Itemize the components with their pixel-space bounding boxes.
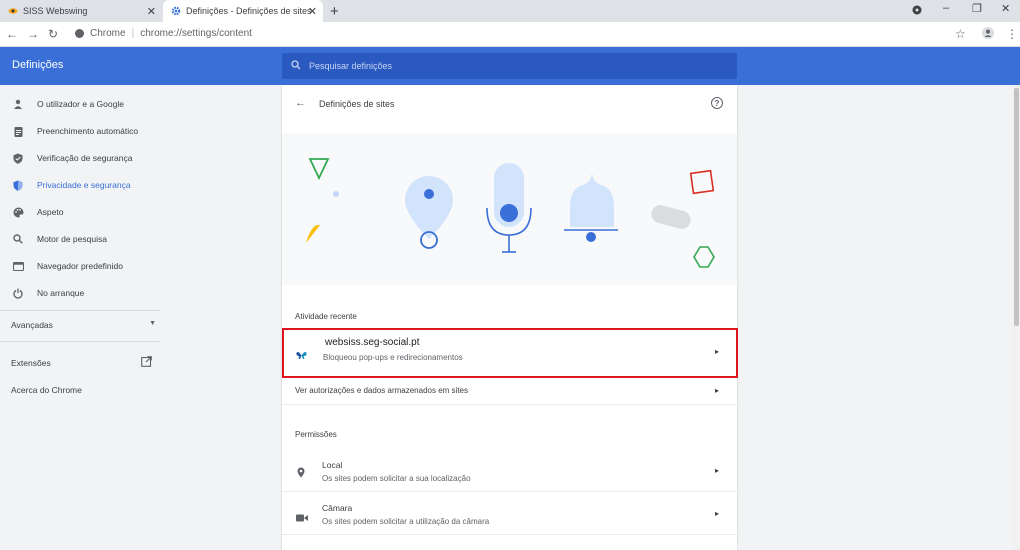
sidebar-item-label: Navegador predefinido xyxy=(37,261,124,271)
sidebar-item-default-browser[interactable]: Navegador predefinido xyxy=(0,253,270,279)
back-arrow-icon[interactable]: ← xyxy=(295,97,306,109)
kebab-menu-icon[interactable]: ⋮ xyxy=(1006,27,1018,41)
sidebar-item-safety-check[interactable]: Verificação de segurança xyxy=(0,145,270,171)
address-bar: ← → ↻ Chrome | chrome://settings/content… xyxy=(0,22,1020,47)
close-tab-icon[interactable]: ✕ xyxy=(308,5,317,18)
back-arrow-icon[interactable]: ← xyxy=(6,27,18,41)
tab-siss-webswing[interactable]: SISS Webswing ✕ xyxy=(0,0,162,22)
card-header: ← Definições de sites ? xyxy=(282,85,737,123)
search-icon xyxy=(291,59,301,73)
hexagon-shape xyxy=(693,246,715,268)
reload-icon[interactable]: ↻ xyxy=(48,27,58,41)
location-pin-shape xyxy=(405,176,453,239)
tab-title: SISS Webswing xyxy=(23,6,88,16)
scrollbar-thumb[interactable] xyxy=(1014,88,1019,326)
chevron-right-icon: ▸ xyxy=(714,509,719,518)
minimize-button[interactable]: – xyxy=(943,2,949,14)
close-window-button[interactable]: ✕ xyxy=(1001,2,1010,15)
account-icon[interactable] xyxy=(982,27,994,42)
page-title: Definições xyxy=(12,59,64,71)
site-settings-illustration xyxy=(282,133,737,285)
tab-strip: SISS Webswing ✕ Definições - Definições … xyxy=(0,0,1020,22)
sidebar-item-label: Preenchimento automático xyxy=(37,126,139,136)
sidebar: O utilizador e a Google Preenchimento au… xyxy=(0,85,270,550)
sidebar-item-appearance[interactable]: Aspeto xyxy=(0,199,270,225)
sidebar-item-label: Aspeto xyxy=(37,207,64,217)
url-field[interactable]: Chrome | chrome://settings/content xyxy=(75,28,252,39)
restore-button[interactable]: ❐ xyxy=(972,2,982,15)
url-separator: | xyxy=(131,28,135,39)
sidebar-item-label: Motor de pesquisa xyxy=(37,234,107,244)
tab-settings[interactable]: Definições - Definições de sites ✕ xyxy=(163,0,323,22)
palette-icon xyxy=(12,206,24,218)
sidebar-divider xyxy=(0,310,160,311)
row-divider xyxy=(282,534,737,535)
permission-row-location[interactable]: Local Os sites podem solicitar a sua loc… xyxy=(282,449,737,491)
shield-check-icon xyxy=(12,152,24,164)
sidebar-item-on-startup[interactable]: No arranque xyxy=(0,280,270,306)
profile-circle-icon[interactable] xyxy=(912,5,922,18)
permission-detail: Os sites podem solicitar a sua localizaç… xyxy=(322,474,471,483)
sidebar-divider xyxy=(0,341,160,342)
half-circle-shape xyxy=(306,224,320,243)
permission-row-camera[interactable]: Câmara Os sites podem solicitar a utiliz… xyxy=(282,492,737,534)
caret-down-icon: ▼ xyxy=(149,320,156,327)
dot-shape xyxy=(333,191,339,197)
sidebar-item-autofill[interactable]: Preenchimento automático xyxy=(0,118,270,144)
permission-title: Câmara xyxy=(322,503,353,513)
help-icon[interactable]: ? xyxy=(711,97,723,109)
sidebar-item-about[interactable]: Acerca do Chrome xyxy=(11,385,82,395)
pill-shape xyxy=(651,205,691,229)
chrome-site-icon xyxy=(75,29,84,38)
settings-header: Definições Pesquisar definições xyxy=(0,47,1020,85)
search-icon xyxy=(12,233,24,245)
eye-favicon-icon xyxy=(8,6,18,16)
advanced-label: Avançadas xyxy=(11,320,53,330)
bookmark-star-icon[interactable]: ☆ xyxy=(955,27,966,41)
sidebar-item-label: No arranque xyxy=(37,288,85,298)
bell-shape xyxy=(570,175,614,227)
tab-title: Definições - Definições de sites xyxy=(186,6,312,16)
recent-activity-label: Atividade recente xyxy=(295,312,357,321)
site-settings-card: ← Definições de sites ? Atividade recent… xyxy=(282,85,737,550)
triangle-shape xyxy=(308,158,330,181)
row-divider xyxy=(282,404,737,405)
browser-icon xyxy=(12,260,24,272)
sidebar-item-extensions[interactable]: Extensões xyxy=(11,356,152,369)
new-tab-button[interactable]: + xyxy=(330,3,339,20)
url-scheme-label: Chrome xyxy=(90,28,126,39)
sidebar-item-advanced[interactable]: Avançadas ▼ xyxy=(11,320,156,330)
square-shape xyxy=(689,169,715,195)
view-all-label: Ver autorizações e dados armazenados em … xyxy=(295,386,468,395)
close-tab-icon[interactable]: ✕ xyxy=(147,5,156,18)
clipboard-icon xyxy=(12,125,24,137)
permission-title: Local xyxy=(322,460,343,470)
search-placeholder: Pesquisar definições xyxy=(309,61,393,71)
forward-arrow-icon[interactable]: → xyxy=(27,27,39,41)
extensions-label: Extensões xyxy=(11,358,51,368)
url-path: chrome://settings/content xyxy=(140,28,252,39)
search-input[interactable]: Pesquisar definições xyxy=(282,53,737,79)
card-title: Definições de sites xyxy=(319,99,395,109)
chevron-right-icon: ▸ xyxy=(714,466,719,475)
highlight-box xyxy=(282,328,738,378)
person-icon xyxy=(12,98,24,110)
sidebar-item-user[interactable]: O utilizador e a Google xyxy=(0,91,270,117)
permissions-label: Permissões xyxy=(295,430,337,439)
open-external-icon xyxy=(141,356,152,369)
permission-detail: Os sites podem solicitar a utilização da… xyxy=(322,517,490,526)
sidebar-item-privacy[interactable]: Privacidade e segurança xyxy=(0,172,270,198)
sidebar-item-label: Privacidade e segurança xyxy=(37,180,131,190)
sidebar-item-label: O utilizador e a Google xyxy=(37,99,124,109)
power-icon xyxy=(12,287,24,299)
gear-favicon-icon xyxy=(171,6,181,16)
chevron-right-icon: ▸ xyxy=(714,386,719,395)
sidebar-item-search-engine[interactable]: Motor de pesquisa xyxy=(0,226,270,252)
camera-icon xyxy=(296,509,308,527)
shield-privacy-icon xyxy=(12,179,24,191)
view-all-permissions-row[interactable]: Ver autorizações e dados armazenados em … xyxy=(282,378,737,404)
sidebar-item-label: Verificação de segurança xyxy=(37,153,133,163)
location-pin-icon xyxy=(297,465,305,483)
